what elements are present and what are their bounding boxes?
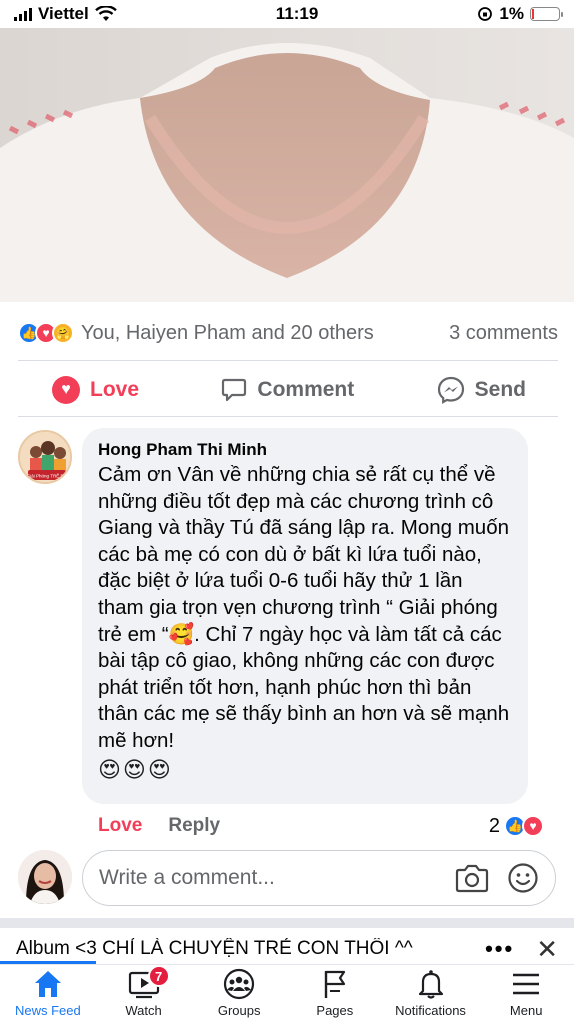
comment-bubble[interactable]: Hong Pham Thi Minh Cảm ơn Vân về những c… [82,428,528,804]
care-reaction-icon: 🤗 [52,322,74,344]
watch-badge: 7 [147,965,170,987]
comment-input[interactable]: Write a comment... [82,850,556,906]
camera-icon[interactable] [455,863,489,893]
tab-pages[interactable]: Pages [287,965,383,1018]
section-separator [0,918,574,928]
tab-label: News Feed [14,1003,81,1018]
tab-groups[interactable]: Groups [191,965,287,1018]
clock: 11:19 [275,4,319,23]
album-bar[interactable]: Album <3 CHỈ LÀ CHUYỆN TRẺ CON THÔI ^^ •… [0,934,574,964]
comments-count[interactable]: 3 comments [449,322,558,345]
signal-icon [14,7,32,21]
tab-menu[interactable]: Menu [478,965,574,1018]
comment-emoji: 😍😍😍 [98,756,173,782]
home-icon [34,971,61,997]
bell-icon [418,970,443,999]
comment-author[interactable]: Hong Pham Thi Minh [98,440,510,460]
tab-notifications[interactable]: Notifications [383,965,479,1018]
commenter-avatar[interactable]: Giải Phóng TRẺ EM [18,430,72,484]
post-photo[interactable] [0,28,574,302]
battery-percent: 1% [499,4,524,23]
wifi-icon [94,6,117,21]
more-options-icon[interactable]: ••• [485,936,514,962]
post-actions: ♥ Love Comment Send [18,364,558,416]
photo-image [0,28,574,302]
tab-label: Menu [509,1003,543,1018]
carrier-group: Viettel [14,4,117,24]
comment-text: Cảm ơn Vân về những chia sẻ rất cụ thể v… [98,463,510,752]
reactions-summary[interactable]: 👍 ♥ 🤗 You, Haiyen Pham and 20 others 3 c… [18,318,558,348]
emoji-icon[interactable] [507,862,539,894]
reactions-text[interactable]: You, Haiyen Pham and 20 others [81,322,437,345]
love-reaction-icon: ♥ [522,815,544,837]
comment-label: Comment [257,378,355,401]
album-title[interactable]: Album <3 CHỈ LÀ CHUYỆN TRẺ CON THÔI ^^ [16,938,475,960]
comment-love-button[interactable]: Love [98,815,142,837]
comment-input-icons [455,862,539,894]
tab-news-feed[interactable]: News Feed [0,965,96,1018]
comment-meta: Love Reply 2 👍 ♥ [98,812,544,840]
svg-text:Giải Phóng TRẺ EM: Giải Phóng TRẺ EM [27,473,68,479]
tab-label: Notifications [395,1003,466,1018]
comment-input-placeholder[interactable]: Write a comment... [99,866,455,890]
tab-label: Pages [316,1003,354,1018]
love-label: Love [90,378,140,401]
tab-watch[interactable]: 7 Watch [96,965,192,1018]
messenger-icon [437,376,464,404]
love-button[interactable]: ♥ Love [52,376,139,404]
user-avatar-image [18,850,72,904]
divider [18,416,558,417]
battery-icon [530,7,563,21]
comment-reaction-number: 2 [488,814,500,837]
carrier-name: Viettel [38,4,89,23]
tab-label: Watch [125,1003,162,1018]
send-button[interactable]: Send [437,376,526,404]
avatar-image: Giải Phóng TRẺ EM [20,432,70,482]
battery-group: 1% [477,4,563,24]
tab-bar: News Feed 7 Watch Groups Pages Notificat… [0,964,574,1020]
comment-icon [222,378,247,402]
divider [18,360,558,361]
status-bar: Viettel 11:19 1% [0,0,574,28]
groups-icon [224,968,255,1000]
comment-reaction-count[interactable]: 2 👍 ♥ [489,815,544,838]
comment-reply-button[interactable]: Reply [168,815,220,837]
reaction-icons: 👍 ♥ 🤗 [18,322,74,344]
orientation-lock-icon [478,7,493,21]
close-icon[interactable]: ✕ [536,934,558,965]
tab-label: Groups [217,1003,261,1018]
send-label: Send [474,378,526,401]
flag-icon [324,970,345,998]
comment-button[interactable]: Comment [221,377,354,403]
menu-icon [513,973,540,995]
user-avatar[interactable] [18,850,72,904]
heart-icon: ♥ [52,376,80,404]
